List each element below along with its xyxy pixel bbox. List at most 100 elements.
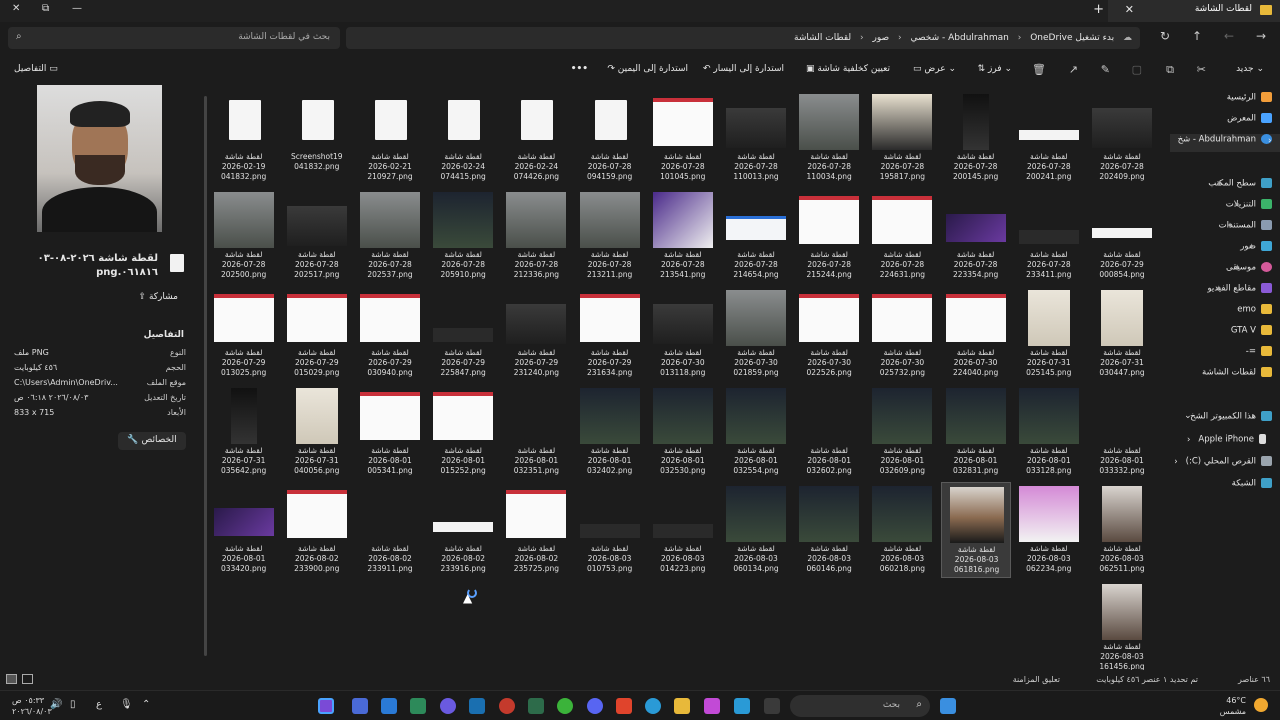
file-item[interactable]: لقطة شاشة 2026-07-29 015029.png (282, 286, 352, 382)
notepad-icon[interactable] (352, 698, 368, 714)
file-item[interactable]: لقطة شاشة 2026-08-01 033420.png (210, 482, 279, 578)
file-item[interactable]: لقطة شاشة 2026-08-03 060146.png (794, 482, 864, 578)
file-item[interactable]: لقطة شاشة 2026-08-02 233916.png (428, 482, 498, 578)
search-input[interactable]: بحث في لقطات الشاشة ⌕ (8, 27, 340, 49)
view-button[interactable]: ▭ عرض ⌄ (913, 64, 956, 74)
file-item[interactable]: لقطة شاشة 2026-07-28 094159.png (575, 90, 645, 186)
store-icon[interactable] (734, 698, 750, 714)
edge-icon[interactable] (645, 698, 661, 714)
file-item[interactable]: لقطة شاشة 2026-07-28 223354.png (941, 188, 1011, 284)
more-options-button[interactable]: ••• (571, 64, 588, 74)
weather-widget[interactable]: 46°C مشمس (1220, 695, 1246, 717)
set-background-button[interactable]: ▣ تعيين كخلفية شاشة (806, 64, 890, 74)
paste-icon[interactable]: ▢ (1132, 63, 1142, 76)
nav-onedrive[interactable]: ‹ Abdulrahman - شخ (1170, 134, 1280, 152)
file-item[interactable]: لقطة شاشة 2026-07-30 021859.png (721, 286, 791, 382)
browser-icon[interactable] (440, 698, 456, 714)
breadcrumb-personal[interactable]: Abdulrahman - شخصي (911, 27, 1009, 49)
file-item[interactable]: لقطة شاشة 2026-07-31 025145.png (1014, 286, 1084, 382)
up-arrow-icon[interactable]: ↑ (1188, 29, 1206, 43)
details-scrollbar[interactable] (204, 96, 207, 656)
file-item[interactable]: لقطة شاشة 2026-07-28 110034.png (794, 90, 864, 186)
file-item[interactable]: لقطة شاشة 2026-08-01 032609.png (867, 384, 937, 480)
file-item[interactable]: لقطة شاشة 2026-07-28 202537.png (355, 188, 425, 284)
address-bar[interactable]: ☁ بدء تشغيل OneDrive ‹ Abdulrahman - شخص… (346, 27, 1140, 49)
rotate-right-button[interactable]: ↷ استدارة إلى اليمين (607, 64, 688, 74)
file-item[interactable]: لقطة شاشة 2026-08-01 032554.png (721, 384, 791, 480)
delete-icon[interactable]: 🗑 (1032, 63, 1046, 76)
nav-network[interactable]: الشبكة (1232, 478, 1272, 496)
xbox-icon[interactable] (557, 698, 573, 714)
file-item[interactable]: لقطة شاشة 2026-08-01 033128.png (1014, 384, 1084, 480)
file-item[interactable]: لقطة شاشة 2026-02-24 074415.png (428, 90, 498, 186)
file-item[interactable]: لقطة شاشة 2026-07-29 013025.png (210, 286, 279, 382)
file-item[interactable]: لقطة شاشة 2026-07-28 213541.png (648, 188, 718, 284)
file-item[interactable]: لقطة شاشة 2026-07-28 213211.png (575, 188, 645, 284)
new-tab-button[interactable]: + (1093, 2, 1104, 17)
forward-arrow-icon[interactable]: ← (1220, 29, 1238, 43)
sort-button[interactable]: ⇅ فرز ⌄ (978, 64, 1012, 74)
file-item[interactable]: لقطة شاشة 2026-07-28 202500.png (210, 188, 279, 284)
file-item[interactable]: لقطة شاشة 2026-07-28 195817.png (867, 90, 937, 186)
breadcrumb-pictures[interactable]: صور (873, 27, 890, 49)
file-item[interactable]: لقطة شاشة 2026-07-31 035642.png (210, 384, 279, 480)
details-view-icon[interactable] (6, 674, 17, 684)
file-item[interactable]: لقطة شاشة 2026-07-28 202517.png (282, 188, 352, 284)
file-item[interactable]: لقطة شاشة 2026-08-01 032351.png (501, 384, 571, 480)
file-item[interactable]: لقطة شاشة 2026-08-02 235725.png (501, 482, 571, 578)
nav-folder-dash[interactable]: =- (1246, 346, 1272, 364)
file-item[interactable]: Screenshot19 041832.png (282, 90, 352, 186)
language-indicator[interactable]: ع (96, 699, 102, 710)
file-item[interactable]: لقطة شاشة 2026-07-28 212336.png (501, 188, 571, 284)
file-item[interactable]: لقطة شاشة 2026-08-01 032530.png (648, 384, 718, 480)
close-window-button[interactable]: ✕ (12, 3, 20, 14)
file-item[interactable]: لقطة شاشة 2026-07-28 214654.png (721, 188, 791, 284)
tiles-view-icon[interactable] (22, 674, 33, 684)
file-item[interactable]: لقطة شاشة 2026-08-03 161456.png (1087, 580, 1157, 670)
file-item[interactable]: لقطة شاشة 2026-07-29 225847.png (428, 286, 498, 382)
nav-folder-gta[interactable]: GTA V (1231, 325, 1272, 343)
file-item[interactable]: لقطة شاشة 2026-07-28 101045.png (648, 90, 718, 186)
file-item[interactable]: لقطة شاشة 2026-08-01 033332.png (1087, 384, 1157, 480)
nav-folder-screenshots[interactable]: لقطات الشاشة (1202, 367, 1272, 385)
nav-pictures[interactable]: ✦ صور (1240, 241, 1272, 259)
nav-music[interactable]: ✦ موسيقى (1226, 262, 1272, 280)
discord-icon[interactable] (587, 698, 603, 714)
file-item[interactable]: لقطة شاشة 2026-08-03 060134.png (721, 482, 791, 578)
tab-screenshots[interactable]: ✕ لقطات الشاشة (1108, 0, 1280, 22)
file-item[interactable]: لقطة شاشة 2026-08-01 032602.png (794, 384, 864, 480)
file-item[interactable]: لقطة شاشة 2026-08-03 062234.png (1014, 482, 1084, 578)
cut-icon[interactable]: ✂ (1197, 63, 1206, 76)
file-item[interactable]: لقطة شاشة 2026-08-02 233900.png (282, 482, 352, 578)
file-item[interactable]: لقطة شاشة 2026-07-31 030447.png (1087, 286, 1157, 382)
details-button[interactable]: التفاصيل ▭ (14, 64, 58, 74)
file-item[interactable]: لقطة شاشة 2026-07-29 030940.png (355, 286, 425, 382)
nav-documents[interactable]: ✦ المستندات (1219, 220, 1272, 238)
copy-icon[interactable]: ⧉ (1166, 63, 1174, 77)
file-item[interactable]: لقطة شاشة 2026-08-03 060218.png (867, 482, 937, 578)
clock[interactable]: ٠٥:٣٣ ص ٢٠٢٦/٠٨/٠٣ (12, 695, 52, 717)
breadcrumb-screenshots[interactable]: لقطات الشاشة (794, 27, 851, 49)
file-explorer-icon[interactable] (674, 698, 690, 714)
file-item[interactable]: لقطة شاشة 2026-08-02 233911.png (355, 482, 425, 578)
sync-pause[interactable]: تعليق المزامنة (1013, 675, 1060, 684)
battery-icon[interactable]: ▯ (70, 699, 76, 710)
file-item[interactable]: لقطة شاشة 2026-07-30 022526.png (794, 286, 864, 382)
file-item[interactable]: لقطة شاشة 2026-07-29 231240.png (501, 286, 571, 382)
photos-icon[interactable] (381, 698, 397, 714)
rename-icon[interactable]: ✎ (1101, 63, 1110, 76)
chrome-icon[interactable] (499, 698, 515, 714)
nav-folder-emo[interactable]: emo (1237, 304, 1272, 322)
share-button[interactable]: ⇪ مشاركة (139, 292, 178, 302)
file-item[interactable]: لقطة شاشة 2026-08-01 005341.png (355, 384, 425, 480)
file-item[interactable]: لقطة شاشة 2026-07-28 200145.png (941, 90, 1011, 186)
file-item[interactable]: لقطة شاشة 2026-07-30 224040.png (941, 286, 1011, 382)
file-item[interactable]: لقطة شاشة 2026-07-30 013118.png (648, 286, 718, 382)
copilot-icon[interactable] (704, 698, 720, 714)
file-item[interactable]: لقطة شاشة 2026-07-28 200241.png (1014, 90, 1084, 186)
steam-icon[interactable] (469, 698, 485, 714)
minimize-window-button[interactable]: — (72, 3, 82, 14)
nav-home[interactable]: الرئيسية (1227, 92, 1272, 110)
nav-gallery[interactable]: المعرض (1227, 113, 1272, 131)
file-item[interactable]: لقطة شاشة 2026-07-28 110013.png (721, 90, 791, 186)
